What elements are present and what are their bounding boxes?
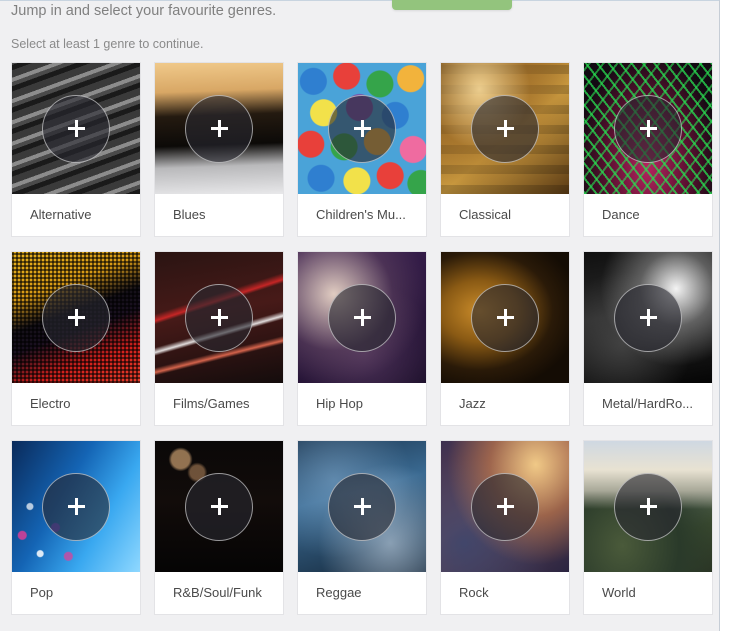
page-margin	[720, 0, 730, 631]
genre-card[interactable]: R&B/Soul/Funk	[154, 440, 284, 615]
plus-icon[interactable]	[471, 94, 539, 163]
genre-label: Reggae	[316, 585, 362, 600]
genre-card[interactable]: Classical	[440, 62, 570, 237]
genre-artwork[interactable]	[12, 441, 140, 572]
top-divider	[0, 0, 720, 1]
genre-card[interactable]: Metal/HardRo...	[583, 251, 713, 426]
genre-label: Rock	[459, 585, 489, 600]
genre-label: World	[602, 585, 636, 600]
genre-artwork[interactable]	[155, 63, 283, 194]
genre-card[interactable]: Alternative	[11, 62, 141, 237]
genre-artwork[interactable]	[441, 252, 569, 383]
genre-card[interactable]: Jazz	[440, 251, 570, 426]
genre-card[interactable]: World	[583, 440, 713, 615]
genre-artwork[interactable]	[298, 441, 426, 572]
genre-card[interactable]: Dance	[583, 62, 713, 237]
plus-icon[interactable]	[42, 283, 110, 352]
genre-artwork[interactable]	[155, 441, 283, 572]
genre-label: Dance	[602, 207, 640, 222]
plus-icon[interactable]	[471, 283, 539, 352]
genre-artwork[interactable]	[155, 252, 283, 383]
genre-label: Pop	[30, 585, 54, 600]
plus-icon[interactable]	[328, 472, 396, 541]
genre-card[interactable]: Rock	[440, 440, 570, 615]
genre-artwork[interactable]	[298, 63, 426, 194]
plus-icon[interactable]	[614, 472, 682, 541]
plus-icon[interactable]	[42, 472, 110, 541]
selection-hint: Select at least 1 genre to continue.	[11, 37, 204, 51]
genre-artwork[interactable]	[584, 252, 712, 383]
genre-label: Hip Hop	[316, 396, 363, 411]
genre-card[interactable]: Electro	[11, 251, 141, 426]
plus-icon[interactable]	[185, 472, 253, 541]
plus-icon[interactable]	[42, 94, 110, 163]
plus-icon[interactable]	[614, 283, 682, 352]
genre-label: R&B/Soul/Funk	[173, 585, 262, 600]
plus-icon[interactable]	[185, 283, 253, 352]
genre-artwork[interactable]	[584, 63, 712, 194]
genre-label: Classical	[459, 207, 512, 222]
genre-card[interactable]: Pop	[11, 440, 141, 615]
genre-label: Metal/HardRo...	[602, 396, 694, 411]
genre-card[interactable]: Reggae	[297, 440, 427, 615]
plus-icon[interactable]	[471, 472, 539, 541]
plus-icon[interactable]	[328, 94, 396, 163]
genre-grid: Alternative Blues Children's Mu... Classica…	[11, 62, 719, 615]
plus-icon[interactable]	[328, 283, 396, 352]
genre-label: Blues	[173, 207, 206, 222]
genre-artwork[interactable]	[584, 441, 712, 572]
genre-card[interactable]: Films/Games	[154, 251, 284, 426]
page-title: Jump in and select your favourite genres…	[11, 3, 277, 19]
genre-label: Children's Mu...	[316, 207, 406, 222]
genre-artwork[interactable]	[441, 63, 569, 194]
genre-label: Alternative	[30, 207, 92, 222]
genre-artwork[interactable]	[12, 63, 140, 194]
plus-icon[interactable]	[614, 94, 682, 163]
plus-icon[interactable]	[185, 94, 253, 163]
genre-artwork[interactable]	[298, 252, 426, 383]
genre-card[interactable]: Hip Hop	[297, 251, 427, 426]
genre-selection-page: Jump in and select your favourite genres…	[0, 0, 730, 631]
genre-card[interactable]: Children's Mu...	[297, 62, 427, 237]
genre-artwork[interactable]	[12, 252, 140, 383]
genre-artwork[interactable]	[441, 441, 569, 572]
genre-label: Jazz	[459, 396, 486, 411]
genre-label: Electro	[30, 396, 71, 411]
genre-card[interactable]: Blues	[154, 62, 284, 237]
genre-label: Films/Games	[173, 396, 250, 411]
continue-button[interactable]	[392, 0, 512, 10]
